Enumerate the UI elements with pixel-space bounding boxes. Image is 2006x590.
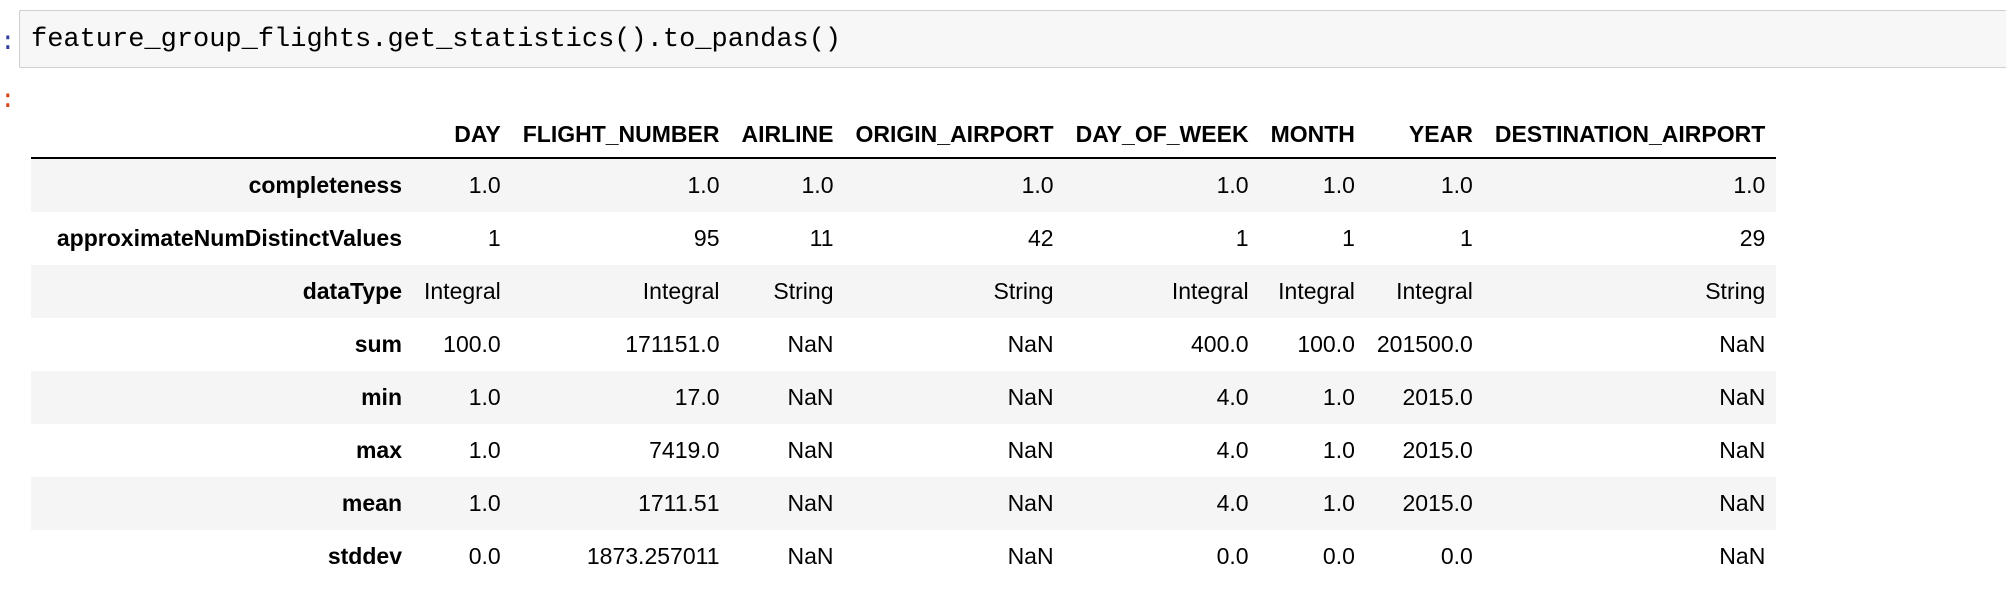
table-cell: 1 bbox=[1460, 225, 1473, 251]
table-cell: 1 bbox=[1235, 225, 1249, 251]
row-label: sum bbox=[354, 331, 402, 357]
table-cell: NaN bbox=[1007, 543, 1054, 569]
table-cell: 0.0 bbox=[1216, 543, 1249, 569]
table-cell: NaN bbox=[787, 384, 834, 410]
row-label: max bbox=[355, 437, 402, 463]
table-row: stddev 0.0 1873.257011 NaN NaN 0.0 0.0 0… bbox=[31, 530, 1777, 583]
row-label: dataType bbox=[302, 278, 402, 304]
table-cell: NaN bbox=[1007, 384, 1054, 410]
column-header: ORIGIN_AIRPORT bbox=[844, 112, 1065, 159]
table-cell: 1.0 bbox=[1322, 490, 1355, 516]
table-cell: 100.0 bbox=[443, 331, 501, 357]
table-cell: NaN bbox=[1719, 543, 1766, 569]
input-prompt: : bbox=[0, 22, 14, 62]
table-cell: 1 bbox=[487, 225, 501, 251]
table-cell: 4.0 bbox=[1216, 490, 1249, 516]
table-row: sum 100.0 171151.0 NaN NaN 400.0 100.0 2… bbox=[31, 318, 1777, 371]
output-prompt: : bbox=[0, 80, 14, 120]
table-row: max 1.0 7419.0 NaN NaN 4.0 1.0 2015.0 Na… bbox=[31, 424, 1777, 477]
index-header bbox=[31, 112, 413, 159]
table-cell: 1.0 bbox=[468, 437, 501, 463]
table-cell: Integral bbox=[424, 278, 501, 304]
column-header: AIRLINE bbox=[730, 112, 845, 159]
table-cell: 1.0 bbox=[1216, 172, 1249, 198]
table-row: completeness 1.0 1.0 1.0 1.0 1.0 1.0 1.0… bbox=[31, 158, 1777, 212]
table-cell: NaN bbox=[787, 490, 834, 516]
table-cell: 0.0 bbox=[1322, 543, 1355, 569]
table-cell: 1.0 bbox=[468, 384, 501, 410]
table-cell: NaN bbox=[1719, 331, 1766, 357]
column-header: DAY bbox=[413, 112, 512, 159]
row-label: approximateNumDistinctValues bbox=[56, 225, 402, 251]
table-cell: 17.0 bbox=[674, 384, 720, 410]
output-area: DAY FLIGHT_NUMBER AIRLINE ORIGIN_AIRPORT… bbox=[31, 112, 1777, 583]
table-row: approximateNumDistinctValues 1 95 11 42 … bbox=[31, 212, 1777, 265]
table-cell: 1.0 bbox=[1322, 172, 1355, 198]
column-header: FLIGHT_NUMBER bbox=[511, 112, 731, 159]
table-cell: 11 bbox=[809, 225, 834, 251]
table-cell: 1.0 bbox=[468, 172, 501, 198]
table-cell: NaN bbox=[1007, 331, 1054, 357]
column-header: DESTINATION_AIRPORT bbox=[1483, 112, 1777, 159]
table-cell: 1873.257011 bbox=[586, 543, 720, 569]
table-cell: 1711.51 bbox=[638, 490, 720, 516]
column-header: YEAR bbox=[1365, 112, 1484, 159]
table-cell: String bbox=[773, 278, 834, 304]
table-cell: NaN bbox=[787, 437, 834, 463]
table-row: dataType Integral Integral String String… bbox=[31, 265, 1777, 318]
column-header: DAY_OF_WEEK bbox=[1064, 112, 1260, 159]
table-cell: NaN bbox=[1719, 490, 1766, 516]
table-cell: String bbox=[993, 278, 1054, 304]
table-cell: 1.0 bbox=[1733, 172, 1766, 198]
column-header: MONTH bbox=[1259, 112, 1366, 159]
table-cell: 2015.0 bbox=[1402, 437, 1473, 463]
table-cell: 1.0 bbox=[1440, 172, 1473, 198]
table-cell: Integral bbox=[1171, 278, 1249, 304]
table-cell: 1.0 bbox=[468, 490, 501, 516]
table-cell: 1.0 bbox=[1322, 437, 1355, 463]
table-row: min 1.0 17.0 NaN NaN 4.0 1.0 2015.0 NaN bbox=[31, 371, 1777, 424]
row-label: min bbox=[361, 384, 402, 410]
table-cell: 1.0 bbox=[1322, 384, 1355, 410]
table-cell: 1.0 bbox=[687, 172, 720, 198]
table-cell: 100.0 bbox=[1297, 331, 1355, 357]
table-cell: 42 bbox=[1027, 225, 1054, 251]
table-cell: 1.0 bbox=[1021, 172, 1054, 198]
table-cell: NaN bbox=[787, 543, 834, 569]
table-cell: NaN bbox=[787, 331, 834, 357]
table-cell: NaN bbox=[1007, 490, 1054, 516]
table-cell: 4.0 bbox=[1216, 437, 1249, 463]
table-cell: 1.0 bbox=[801, 172, 834, 198]
table-cell: 95 bbox=[693, 225, 720, 251]
table-cell: Integral bbox=[1278, 278, 1355, 304]
code-text: feature_group_flights.get_statistics().t… bbox=[31, 25, 842, 55]
table-cell: 29 bbox=[1739, 225, 1766, 251]
row-label: mean bbox=[341, 490, 402, 516]
table-cell: 1 bbox=[1342, 225, 1355, 251]
table-cell: 0.0 bbox=[1440, 543, 1473, 569]
table-cell: 171151.0 bbox=[625, 331, 720, 357]
row-label: completeness bbox=[248, 172, 402, 198]
table-cell: 2015.0 bbox=[1402, 384, 1473, 410]
table-cell: NaN bbox=[1719, 437, 1766, 463]
table-row: mean 1.0 1711.51 NaN NaN 4.0 1.0 2015.0 … bbox=[31, 477, 1777, 530]
table-cell: 0.0 bbox=[468, 543, 501, 569]
table-cell: Integral bbox=[1396, 278, 1473, 304]
table-header-row: DAY FLIGHT_NUMBER AIRLINE ORIGIN_AIRPORT… bbox=[31, 112, 1777, 159]
table-cell: NaN bbox=[1007, 437, 1054, 463]
table-cell: Integral bbox=[642, 278, 720, 304]
table-cell: 7419.0 bbox=[649, 437, 720, 463]
row-label: stddev bbox=[327, 543, 402, 569]
table-cell: NaN bbox=[1719, 384, 1766, 410]
table-cell: 201500.0 bbox=[1376, 331, 1473, 357]
statistics-dataframe: DAY FLIGHT_NUMBER AIRLINE ORIGIN_AIRPORT… bbox=[31, 112, 1777, 583]
table-cell: String bbox=[1705, 278, 1766, 304]
code-cell-editor[interactable]: feature_group_flights.get_statistics().t… bbox=[19, 10, 2006, 68]
table-cell: 4.0 bbox=[1216, 384, 1249, 410]
table-cell: 400.0 bbox=[1191, 331, 1249, 357]
table-cell: 2015.0 bbox=[1402, 490, 1473, 516]
